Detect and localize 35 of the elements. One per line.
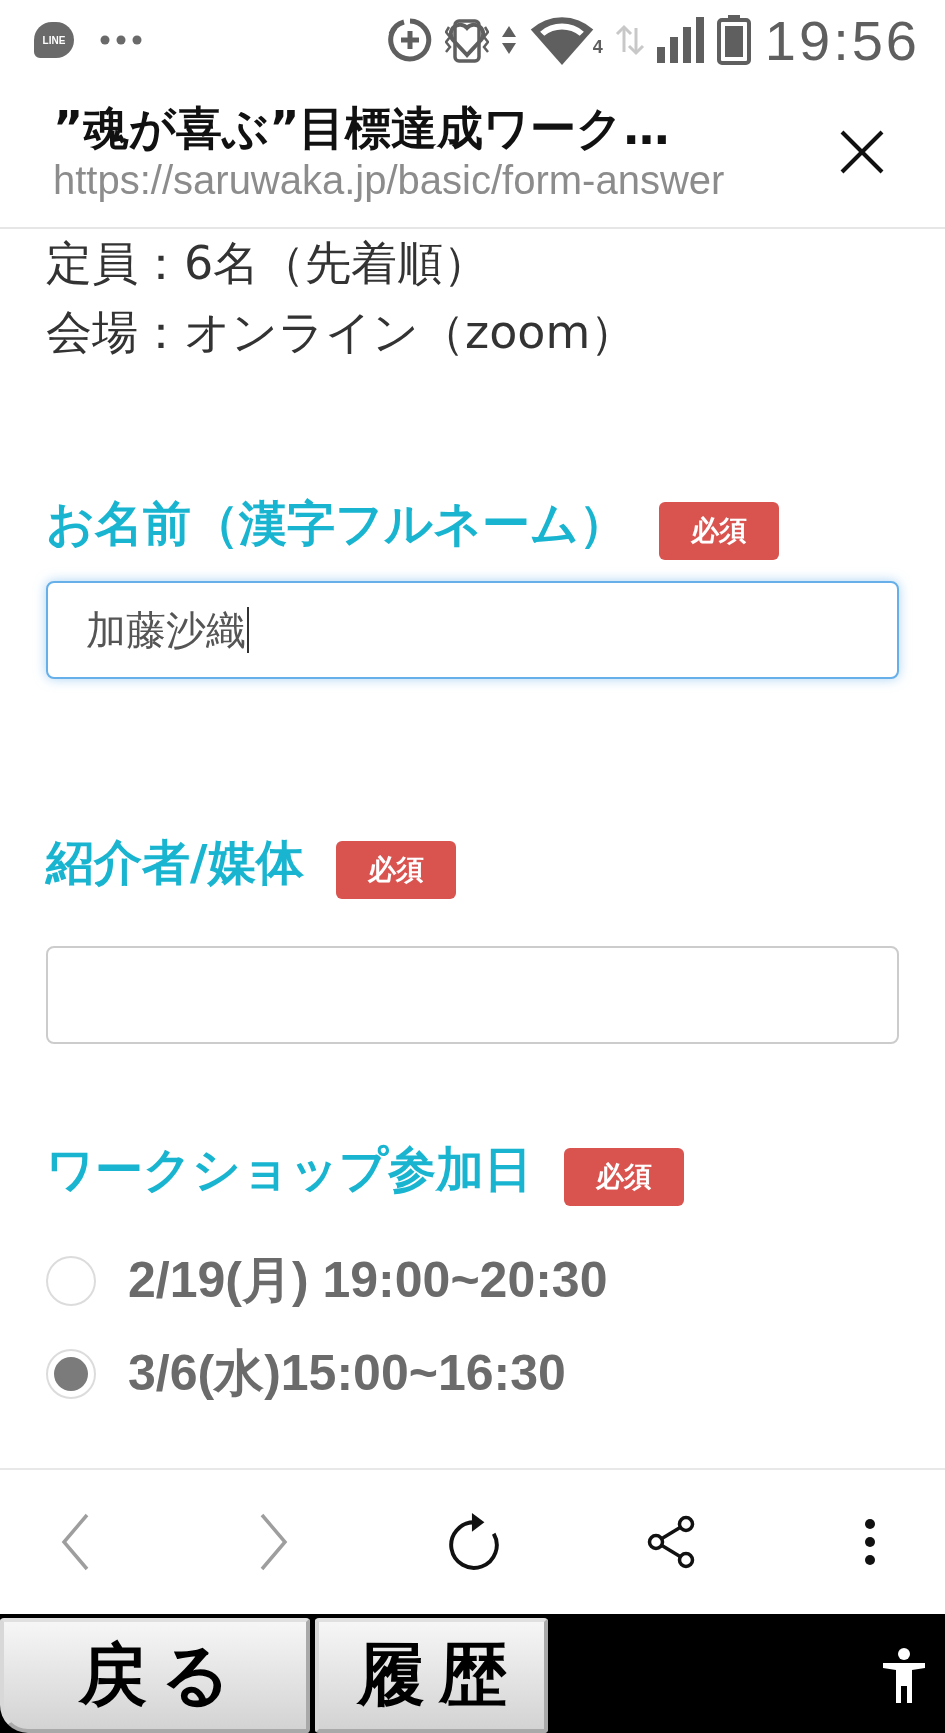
clock-time: 19:56 — [764, 7, 920, 73]
accessibility-icon[interactable] — [881, 1647, 927, 1704]
chevron-left-icon — [60, 1513, 90, 1571]
field-label: ワークショップ参加日 — [46, 1140, 532, 1198]
up-down-arrows-icon — [500, 25, 517, 55]
more-icon — [864, 1518, 876, 1566]
date-option-label: 3/6(水)15:00~16:30 — [128, 1344, 566, 1403]
page-url: https://saruwaka.jp/basic/form-answer — [53, 156, 725, 204]
data-saver-icon — [386, 18, 433, 62]
share-icon — [646, 1515, 697, 1569]
required-badge: 必須 — [564, 1148, 684, 1206]
battery-icon — [716, 15, 751, 65]
text-input[interactable]: 加藤沙織 — [46, 581, 899, 679]
required-badge: 必須 — [659, 502, 779, 560]
signal-icon — [656, 17, 705, 63]
field-label: 紹介者/媒体 — [46, 833, 304, 891]
soft-key-button[interactable]: 戻る — [0, 1618, 310, 1733]
radio-button[interactable] — [46, 1348, 96, 1399]
chevron-right-icon — [258, 1513, 289, 1571]
chat-app-badge: LINE — [34, 22, 74, 58]
text-cursor-icon — [247, 607, 249, 653]
network-type-label: 4 — [592, 37, 603, 58]
radio-button[interactable] — [46, 1255, 96, 1306]
data-arrows-icon — [614, 24, 645, 56]
close-icon — [840, 129, 884, 174]
soft-key-button[interactable]: 履歴 — [315, 1618, 548, 1733]
text-input[interactable] — [46, 946, 899, 1044]
page-title: ”魂が喜ぶ”目標達成ワーク… — [53, 99, 670, 156]
info-text: 定員：6名（先着順） — [46, 235, 490, 292]
more-dots-icon — [100, 35, 142, 45]
field-label: お名前（漢字フルネーム） — [46, 494, 627, 552]
wifi-icon — [528, 15, 595, 65]
date-option-label: 2/19(月) 19:00~20:30 — [128, 1251, 608, 1310]
required-badge: 必須 — [335, 841, 456, 899]
info-text: 会場：オンライン（zoom） — [46, 304, 637, 361]
